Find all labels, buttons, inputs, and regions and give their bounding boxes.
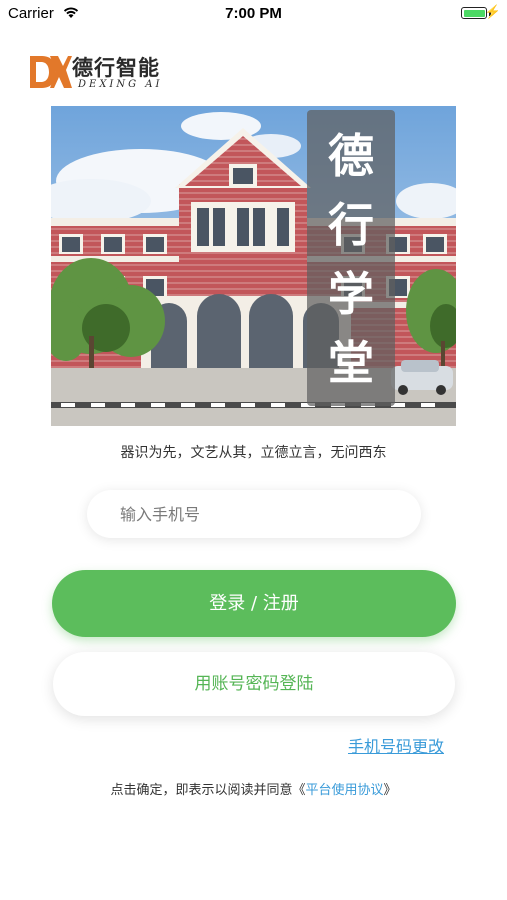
login-screen: Carrier 7:00 PM ⚡ DX 德行智能 DEXING AI: [0, 0, 507, 900]
logo-subtitle: DEXING AI: [78, 79, 163, 90]
banner-title-char: 行: [328, 198, 374, 252]
banner-title-char: 学: [328, 267, 374, 321]
banner-title-panel: 德行学堂: [307, 110, 395, 406]
logo-title: 德行智能: [72, 56, 160, 80]
campus-banner: 德行学堂: [51, 106, 456, 426]
charging-icon: ⚡: [484, 4, 501, 19]
logo-mark: DX: [30, 56, 72, 88]
agreement-notice: 点击确定，即表示以阅读并同意《平台使用协议》: [0, 779, 507, 798]
status-bar: Carrier 7:00 PM ⚡: [0, 0, 507, 28]
password-login-button[interactable]: 用账号密码登陆: [53, 652, 455, 716]
school-motto: 器识为先，文艺从其，立德立言，无问西东: [120, 445, 387, 461]
banner-title-char: 堂: [328, 336, 374, 390]
banner-title-char: 德: [328, 129, 374, 183]
battery-icon: [461, 7, 487, 19]
clock: 7:00 PM: [225, 5, 282, 22]
campus-building-image: [51, 106, 456, 426]
login-register-button[interactable]: 登录 / 注册: [52, 570, 456, 637]
platform-agreement-link[interactable]: 平台使用协议: [306, 783, 384, 798]
agreement-prefix: 点击确定，即表示以阅读并同意: [110, 783, 293, 798]
battery-level: [463, 9, 485, 17]
change-phone-link[interactable]: 手机号码更改: [348, 733, 444, 757]
agreement-close-quote: 》: [383, 783, 397, 798]
banner-title: 德行学堂: [307, 122, 395, 398]
brand-logo: DX 德行智能 DEXING AI: [28, 52, 168, 92]
phone-number-input[interactable]: [87, 490, 421, 538]
agreement-open-quote: 《: [292, 783, 306, 798]
